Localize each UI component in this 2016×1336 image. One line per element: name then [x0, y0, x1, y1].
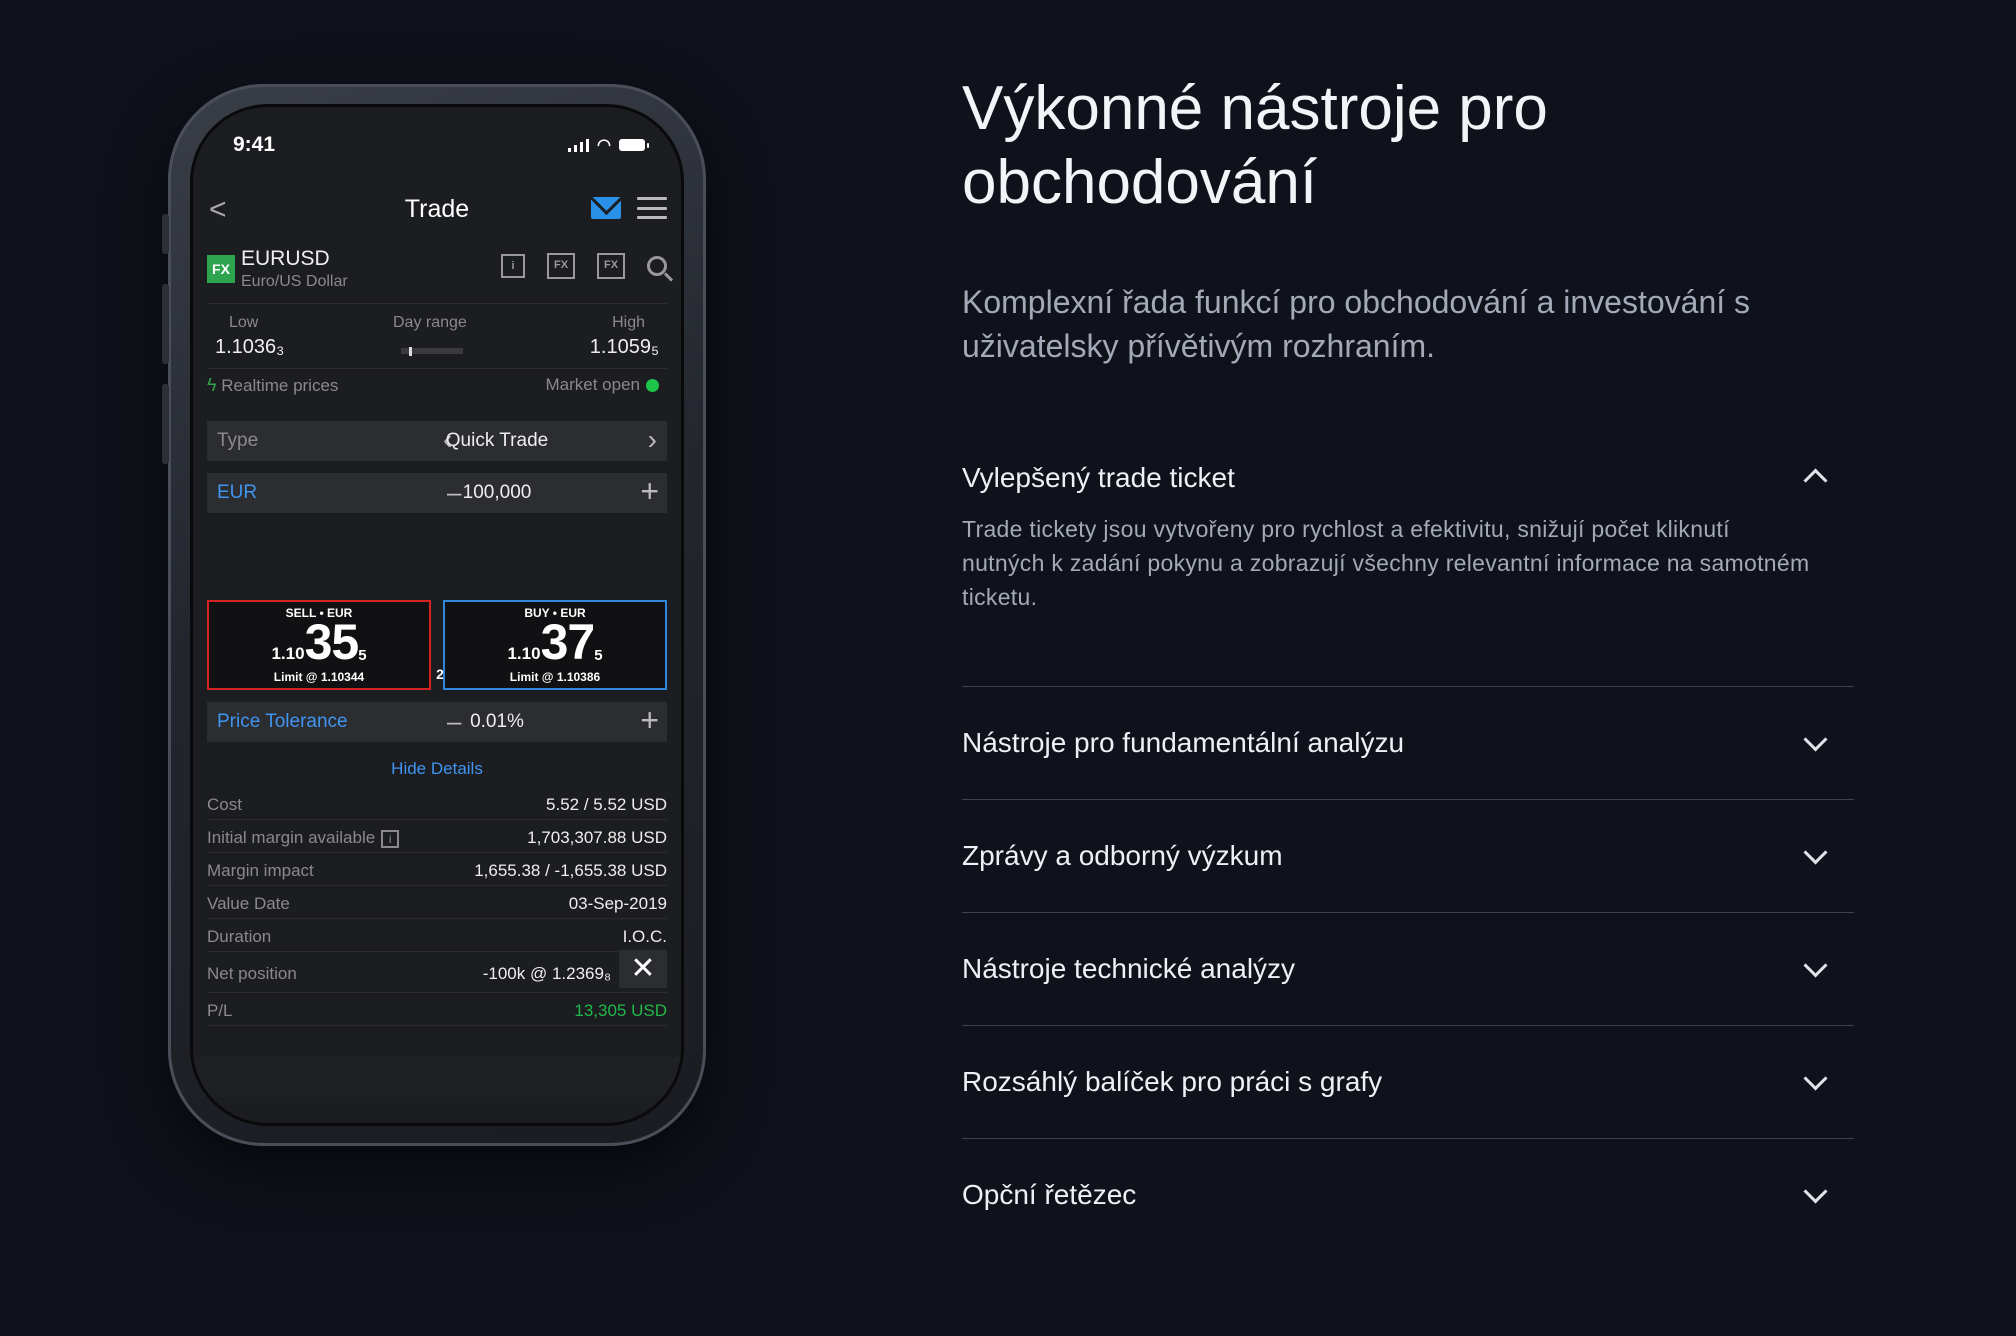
order-type-selector[interactable]: Type ‹ Quick Trade ›	[207, 421, 667, 461]
close-position-icon[interactable]: ✕	[619, 950, 667, 988]
page-title: Výkonné nástroje pro obchodování	[962, 74, 1548, 217]
price-tolerance-value[interactable]: 0.01%	[327, 711, 667, 733]
fx-chart-icon[interactable]: FX	[547, 253, 575, 279]
signal-icon	[568, 138, 590, 152]
sell-ticket[interactable]: SELL • EUR 1.10355 Limit @ 1.10344	[207, 600, 431, 690]
detail-row: P/L 13,305 USD	[207, 993, 667, 1026]
buy-price-prefix: 1.10	[507, 644, 541, 663]
phone-side-button	[162, 284, 169, 364]
accordion-header[interactable]: Nástroje pro fundamentální analýzu	[962, 687, 1854, 799]
instrument-header: FX EURUSD Euro/US Dollar i FX FX	[207, 247, 667, 297]
accordion-item: Zprávy a odborný výzkum	[962, 800, 1854, 913]
accordion-item: Nástroje technické analýzy	[962, 913, 1854, 1026]
day-range-label: Day range	[393, 314, 467, 331]
sell-limit: Limit @ 1.10344	[273, 670, 365, 684]
buy-price-pip: 5	[594, 647, 603, 664]
low-label: Low	[229, 314, 259, 331]
accordion-header[interactable]: Nástroje technické analýzy	[962, 913, 1854, 1025]
lightning-icon: ϟ	[207, 375, 217, 395]
sell-price-pip: 5	[358, 647, 367, 664]
buy-price-big: 37	[540, 614, 596, 670]
phone-mockup: 9:41 ◠ < Trade FX EURUSD Euro/US Dollar …	[162, 84, 706, 1146]
chevron-down-icon[interactable]	[1803, 1179, 1828, 1204]
accordion-body: Trade tickety jsou vytvořeny pro rychlos…	[962, 516, 1810, 610]
chevron-down-icon[interactable]	[1803, 840, 1828, 865]
status-time: 9:41	[233, 133, 276, 156]
detail-row: Cost 5.52 / 5.52 USD	[207, 787, 667, 820]
accordion-header[interactable]: Opční řetězec	[962, 1139, 1854, 1251]
chevron-down-icon[interactable]	[1803, 953, 1828, 978]
market-status: Market open	[545, 375, 641, 394]
buy-ticket[interactable]: BUY • EUR 1.10375 Limit @ 1.10386	[443, 600, 667, 690]
chevron-down-icon[interactable]	[1803, 1066, 1828, 1091]
wifi-icon: ◠	[597, 137, 611, 154]
low-value: 1.1036₃	[215, 336, 285, 358]
accordion-header[interactable]: Rozsáhlý balíček pro práci s grafy	[962, 1026, 1854, 1138]
phone-screen: 9:41 ◠ < Trade FX EURUSD Euro/US Dollar …	[190, 104, 684, 1126]
detail-row: Net position -100k @ 1.2369₈ ✕	[207, 950, 667, 993]
amount-stepper[interactable]: EUR – 100,000 +	[207, 473, 667, 513]
home-indicator-area	[193, 1057, 681, 1097]
high-value: 1.1059₅	[589, 336, 659, 358]
amount-value[interactable]: 100,000	[327, 482, 667, 504]
order-details: Cost 5.52 / 5.52 USD Initial margin avai…	[207, 787, 667, 1026]
detail-row: Value Date 03-Sep-2019	[207, 886, 667, 919]
market-open-dot	[646, 379, 659, 393]
plus-icon[interactable]: +	[640, 475, 659, 507]
sell-price-prefix: 1.10	[271, 644, 305, 663]
plus-icon[interactable]: +	[640, 704, 659, 736]
sell-price-big: 35	[304, 614, 360, 670]
trade-tickets: SELL • EUR 1.10355 Limit @ 1.10344 2 BUY…	[207, 600, 667, 694]
hide-details-link[interactable]: Hide Details	[193, 759, 681, 779]
instrument-name: Euro/US Dollar	[241, 273, 348, 290]
chevron-right-icon[interactable]: ›	[648, 425, 657, 455]
search-icon[interactable]	[647, 256, 667, 276]
info-icon[interactable]: i	[501, 254, 525, 278]
buy-limit: Limit @ 1.10386	[509, 670, 601, 684]
day-range-panel: Low 1.1036₃ Day range High 1.1059₅ ϟ Rea…	[207, 303, 667, 424]
chevron-up-icon[interactable]	[1803, 468, 1828, 493]
accordion-item: Vylepšený trade ticket Trade tickety jso…	[962, 418, 1854, 687]
accordion-item: Rozsáhlý balíček pro práci s grafy	[962, 1026, 1854, 1139]
phone-side-button	[162, 384, 169, 464]
fx-badge: FX	[207, 255, 235, 283]
info-icon[interactable]: i	[381, 829, 400, 848]
nav-bar: < Trade	[193, 185, 681, 237]
mail-icon[interactable]	[591, 197, 621, 219]
type-label: Type	[217, 430, 259, 451]
fx-depth-icon[interactable]: FX	[597, 253, 625, 279]
phone-side-button	[162, 214, 169, 254]
realtime-label: Realtime prices	[221, 376, 339, 395]
status-bar: 9:41 ◠	[233, 125, 649, 165]
day-range-bar	[401, 347, 463, 356]
accordion-item: Nástroje pro fundamentální analýzu	[962, 687, 1854, 800]
high-label: High	[612, 314, 645, 331]
detail-row: Initial margin available i 1,703,307.88 U…	[207, 820, 667, 853]
accordion-header[interactable]: Zprávy a odborný výzkum	[962, 800, 1854, 912]
features-accordion: Vylepšený trade ticket Trade tickety jso…	[962, 418, 1854, 1251]
currency-label[interactable]: EUR	[217, 482, 257, 504]
instrument-symbol: EURUSD	[241, 247, 330, 270]
hamburger-menu-icon[interactable]	[637, 197, 667, 219]
accordion-item: Opční řetězec	[962, 1139, 1854, 1251]
order-type-value: Quick Trade	[445, 430, 549, 451]
chevron-down-icon[interactable]	[1803, 727, 1828, 752]
battery-icon	[619, 139, 649, 151]
page-subtitle: Komplexní řada funkcí pro obchodování a …	[962, 284, 1751, 364]
price-tolerance-stepper[interactable]: Price Tolerance – 0.01% +	[207, 702, 667, 742]
detail-row: Margin impact 1,655.38 / -1,655.38 USD	[207, 853, 667, 886]
accordion-header[interactable]: Vylepšený trade ticket	[962, 418, 1854, 518]
detail-row: Duration I.O.C.	[207, 919, 667, 952]
